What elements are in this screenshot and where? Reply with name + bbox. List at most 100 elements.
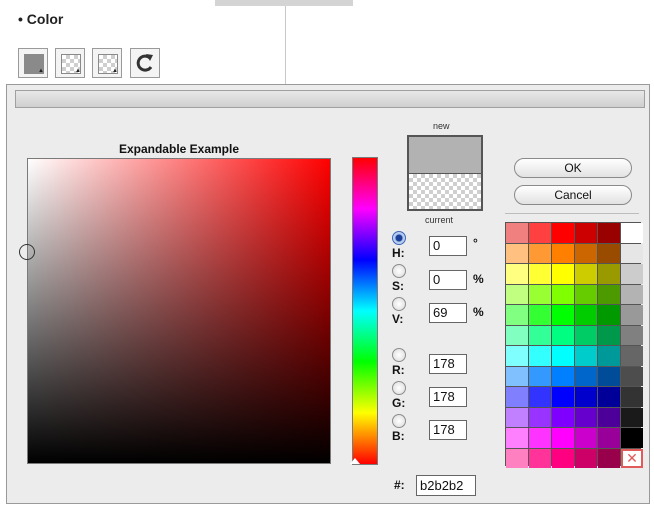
hex-input[interactable]: b2b2b2	[416, 475, 476, 496]
hue-slider-handle[interactable]	[350, 458, 360, 464]
palette-swatch[interactable]	[621, 223, 643, 243]
palette-swatch[interactable]	[621, 243, 643, 263]
palette-swatch[interactable]	[552, 305, 574, 325]
saturation-radio[interactable]	[392, 264, 406, 278]
top-tab-indicator	[215, 0, 353, 6]
blue-radio[interactable]	[392, 414, 406, 428]
palette-swatch[interactable]	[598, 366, 620, 386]
blue-input[interactable]: 178	[429, 420, 467, 440]
palette-swatch[interactable]	[552, 448, 574, 468]
red-input[interactable]: 178	[429, 354, 467, 374]
palette-swatch[interactable]	[529, 407, 551, 427]
palette-swatch[interactable]	[506, 305, 528, 325]
palette-swatch[interactable]	[552, 366, 574, 386]
stroke-color-button[interactable]: ▲	[55, 48, 85, 78]
palette-swatch[interactable]	[529, 387, 551, 407]
background-color-button[interactable]: ▲	[92, 48, 122, 78]
palette-swatch[interactable]	[529, 366, 551, 386]
palette-swatch[interactable]	[529, 223, 551, 243]
color-marker[interactable]	[19, 244, 35, 260]
palette-swatch[interactable]	[529, 428, 551, 448]
palette-swatch[interactable]	[598, 407, 620, 427]
palette-swatch[interactable]	[621, 325, 643, 345]
palette-swatch[interactable]	[529, 264, 551, 284]
palette-swatch[interactable]	[598, 448, 620, 468]
palette-swatch[interactable]	[529, 243, 551, 263]
dialog-title-bar[interactable]	[15, 90, 645, 108]
palette-swatch[interactable]	[598, 346, 620, 366]
hue-slider[interactable]	[352, 157, 378, 465]
palette-swatch[interactable]	[529, 346, 551, 366]
palette-swatch[interactable]	[552, 428, 574, 448]
palette-swatch[interactable]	[552, 346, 574, 366]
palette-swatch[interactable]	[529, 448, 551, 468]
palette-swatch[interactable]	[529, 325, 551, 345]
palette-swatch[interactable]	[506, 448, 528, 468]
saturation-value-field[interactable]	[27, 158, 331, 464]
palette-swatch[interactable]	[621, 366, 643, 386]
palette-swatch[interactable]	[575, 325, 597, 345]
palette-swatch[interactable]	[552, 264, 574, 284]
palette-swatch[interactable]	[506, 407, 528, 427]
palette-swatch[interactable]	[598, 264, 620, 284]
palette-swatch[interactable]	[575, 346, 597, 366]
no-color-swatch[interactable]: ✕	[621, 448, 643, 468]
palette-swatch[interactable]	[506, 223, 528, 243]
palette-swatch[interactable]	[575, 284, 597, 304]
palette-swatch[interactable]	[575, 243, 597, 263]
palette-swatch[interactable]	[575, 223, 597, 243]
palette-swatch[interactable]	[598, 223, 620, 243]
palette-swatch[interactable]	[552, 243, 574, 263]
palette-swatch[interactable]	[575, 407, 597, 427]
hue-input[interactable]: 0	[429, 236, 467, 256]
current-color-swatch[interactable]	[407, 173, 483, 211]
palette-swatch[interactable]	[506, 366, 528, 386]
cancel-button[interactable]: Cancel	[514, 185, 632, 205]
palette-swatch[interactable]	[506, 387, 528, 407]
palette-swatch[interactable]	[621, 346, 643, 366]
palette-swatch[interactable]	[506, 264, 528, 284]
palette-swatch[interactable]	[506, 325, 528, 345]
palette-swatch[interactable]	[506, 428, 528, 448]
palette-swatch[interactable]	[506, 284, 528, 304]
palette-swatch[interactable]	[621, 284, 643, 304]
palette-swatch[interactable]	[575, 428, 597, 448]
palette-swatch[interactable]	[529, 305, 551, 325]
new-color-label: new	[433, 121, 450, 131]
palette-swatch[interactable]	[575, 448, 597, 468]
palette-swatch[interactable]	[552, 407, 574, 427]
palette-swatch[interactable]	[575, 366, 597, 386]
palette-swatch[interactable]	[552, 325, 574, 345]
palette-swatch[interactable]	[529, 284, 551, 304]
palette-swatch[interactable]	[552, 387, 574, 407]
saturation-input[interactable]: 0	[429, 270, 467, 290]
palette-swatch[interactable]	[621, 428, 643, 448]
saturation-unit: %	[473, 272, 484, 286]
palette-swatch[interactable]	[598, 428, 620, 448]
palette-swatch[interactable]	[506, 243, 528, 263]
palette-swatch[interactable]	[575, 264, 597, 284]
palette-swatch[interactable]	[598, 284, 620, 304]
reset-colors-button[interactable]	[130, 48, 160, 78]
green-radio[interactable]	[392, 381, 406, 395]
palette-swatch[interactable]	[621, 387, 643, 407]
palette-swatch[interactable]	[598, 243, 620, 263]
palette-swatch[interactable]	[621, 407, 643, 427]
palette-swatch[interactable]	[575, 305, 597, 325]
fill-color-button[interactable]: ▲	[18, 48, 48, 78]
red-radio[interactable]	[392, 348, 406, 362]
palette-swatch[interactable]	[598, 387, 620, 407]
hue-radio[interactable]	[392, 231, 406, 245]
palette-swatch[interactable]	[598, 305, 620, 325]
palette-swatch[interactable]	[575, 387, 597, 407]
palette-swatch[interactable]	[552, 223, 574, 243]
value-input[interactable]: 69	[429, 303, 467, 323]
palette-swatch[interactable]	[506, 346, 528, 366]
palette-swatch[interactable]	[621, 264, 643, 284]
palette-swatch[interactable]	[621, 305, 643, 325]
value-radio[interactable]	[392, 297, 406, 311]
green-input[interactable]: 178	[429, 387, 467, 407]
palette-swatch[interactable]	[598, 325, 620, 345]
palette-swatch[interactable]	[552, 284, 574, 304]
ok-button[interactable]: OK	[514, 158, 632, 178]
